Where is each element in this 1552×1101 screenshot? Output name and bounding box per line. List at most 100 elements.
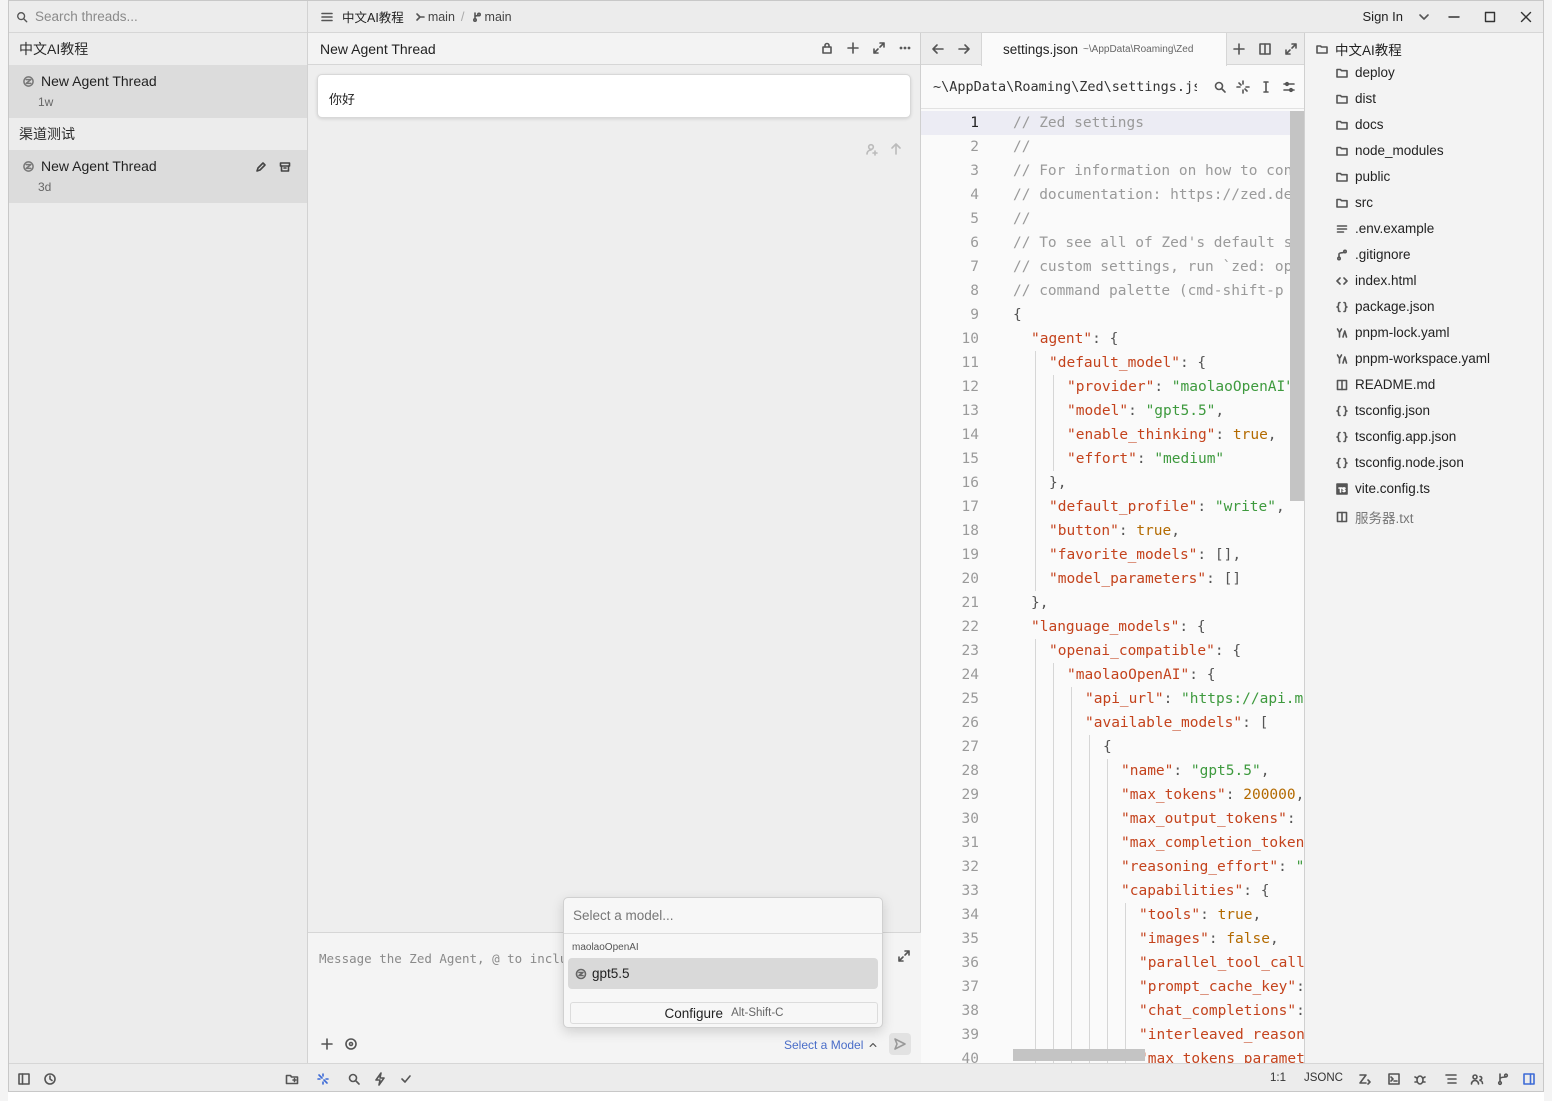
code-line[interactable]: 28 "name": "gpt5.5", bbox=[921, 759, 1304, 783]
maximize-pane-icon[interactable] bbox=[1282, 40, 1300, 58]
thread-search[interactable]: Search threads... bbox=[9, 1, 307, 33]
model-search-input[interactable]: Select a model... bbox=[564, 898, 882, 934]
code-line[interactable]: 27 { bbox=[921, 735, 1304, 759]
code-line[interactable]: 20 "model_parameters": [] bbox=[921, 567, 1304, 591]
project-item[interactable]: 服务器.txt bbox=[1335, 507, 1414, 527]
code-view[interactable]: 1 // Zed settings 2 // 3 // For information o… bbox=[921, 111, 1304, 1063]
pencil-icon[interactable] bbox=[253, 159, 269, 175]
project-item[interactable]: public bbox=[1335, 169, 1390, 184]
project-item[interactable]: .gitignore bbox=[1335, 247, 1411, 262]
search-input[interactable]: Search threads... bbox=[35, 9, 138, 24]
configure-button[interactable]: Configure Alt-Shift-C bbox=[570, 1002, 878, 1024]
branch-picker[interactable]: main bbox=[471, 10, 512, 24]
project-item[interactable]: .env.example bbox=[1335, 221, 1434, 236]
close-icon[interactable] bbox=[1516, 7, 1536, 27]
code-line[interactable]: 5 // bbox=[921, 207, 1304, 231]
code-line[interactable]: 23 "openai_compatible": { bbox=[921, 639, 1304, 663]
debug-icon[interactable] bbox=[1411, 1070, 1429, 1088]
tab-settings-json[interactable]: settings.json ~\AppData\Roaming\Zed bbox=[981, 33, 1227, 66]
expand-icon[interactable] bbox=[895, 947, 913, 965]
code-line[interactable]: 16}, bbox=[921, 471, 1304, 495]
vertical-scrollbar[interactable] bbox=[1290, 111, 1304, 501]
split-pane-icon[interactable] bbox=[1256, 40, 1274, 58]
code-line[interactable]: 33 "capabilities": { bbox=[921, 879, 1304, 903]
project-item[interactable]: pnpm-workspace.yaml bbox=[1335, 351, 1490, 366]
project-item[interactable]: dist bbox=[1335, 91, 1376, 106]
code-line[interactable]: 13 "model": "gpt5.5", bbox=[921, 399, 1304, 423]
collaboration-icon[interactable] bbox=[1468, 1070, 1486, 1088]
agent-icon[interactable] bbox=[314, 1070, 332, 1088]
project-item[interactable]: deploy bbox=[1335, 65, 1395, 80]
arrow-up-icon[interactable] bbox=[887, 140, 905, 158]
text-cursor-icon[interactable] bbox=[1257, 78, 1275, 96]
project-root[interactable]: 中文AI教程 bbox=[1315, 39, 1402, 59]
code-line[interactable]: 21}, bbox=[921, 591, 1304, 615]
thread-item[interactable]: New Agent Thread 1w bbox=[9, 65, 307, 118]
history-icon[interactable] bbox=[41, 1070, 59, 1088]
code-line[interactable]: 12 "provider": "maolaoOpenAI", bbox=[921, 375, 1304, 399]
code-line[interactable]: 17 "default_profile": "write", bbox=[921, 495, 1304, 519]
horizontal-scrollbar[interactable] bbox=[1013, 1049, 1145, 1061]
user-message[interactable]: 你好 bbox=[317, 74, 911, 118]
project-item[interactable]: docs bbox=[1335, 117, 1384, 132]
code-line[interactable]: 35 "images": false, bbox=[921, 927, 1304, 951]
code-line[interactable]: 30 "max_output_tokens": 32000, bbox=[921, 807, 1304, 831]
project-item[interactable]: README.md bbox=[1335, 377, 1435, 392]
code-line[interactable]: 11 "default_model": { bbox=[921, 351, 1304, 375]
project-item[interactable]: index.html bbox=[1335, 273, 1417, 288]
code-line[interactable]: 18 "button": true, bbox=[921, 519, 1304, 543]
chevron-down-icon[interactable] bbox=[1415, 8, 1433, 26]
code-line[interactable]: 26 "available_models": [ bbox=[921, 711, 1304, 735]
code-line[interactable]: 6 // To see all of Zed's default settings… bbox=[921, 231, 1304, 255]
project-item[interactable]: node_modules bbox=[1335, 143, 1444, 158]
search-icon[interactable] bbox=[345, 1070, 363, 1088]
cursor-position[interactable]: 1:1 bbox=[1270, 1072, 1286, 1084]
project-item[interactable]: tsconfig.node.json bbox=[1335, 455, 1464, 470]
minimize-icon[interactable] bbox=[1444, 7, 1464, 27]
project-item[interactable]: tsconfig.json bbox=[1335, 403, 1430, 418]
archive-icon[interactable] bbox=[277, 159, 293, 175]
sidebar-toggle-icon[interactable] bbox=[15, 1070, 33, 1088]
code-line[interactable]: 9{ bbox=[921, 303, 1304, 327]
project-panel-icon[interactable] bbox=[1520, 1070, 1538, 1088]
project-item[interactable]: src bbox=[1335, 195, 1373, 210]
outline-icon[interactable] bbox=[1442, 1070, 1460, 1088]
new-folder-icon[interactable] bbox=[283, 1070, 301, 1088]
code-line[interactable]: 36 "parallel_tool_calls": false, bbox=[921, 951, 1304, 975]
code-line[interactable]: 31 "max_completion_tokens": 200000, bbox=[921, 831, 1304, 855]
git-panel-icon[interactable] bbox=[1494, 1070, 1512, 1088]
thread-item[interactable]: New Agent Thread 3d bbox=[9, 150, 307, 203]
search-icon[interactable] bbox=[1211, 78, 1229, 96]
bolt-icon[interactable] bbox=[371, 1070, 389, 1088]
breadcrumb-path[interactable]: ~\AppData\Roaming\Zed\settings.json bbox=[933, 79, 1197, 95]
arrow-right-icon[interactable] bbox=[955, 40, 973, 58]
code-line[interactable]: 39 "interleaved_reasoning": false, bbox=[921, 1023, 1304, 1047]
worktree-picker[interactable]: main bbox=[414, 10, 455, 24]
code-line[interactable]: 37 "prompt_cache_key": false, bbox=[921, 975, 1304, 999]
code-line[interactable]: 3 // For information on how to configure … bbox=[921, 159, 1304, 183]
code-line[interactable]: 1 // Zed settings bbox=[921, 111, 1304, 135]
sign-in-button[interactable]: Sign In bbox=[1363, 9, 1403, 24]
code-line[interactable]: 4 // documentation: https://zed.dev/docs/… bbox=[921, 183, 1304, 207]
edit-prediction-icon[interactable] bbox=[1356, 1070, 1374, 1088]
code-line[interactable]: 34 "tools": true, bbox=[921, 903, 1304, 927]
code-line[interactable]: 7 // custom settings, run `zed: open defa… bbox=[921, 255, 1304, 279]
send-icon[interactable] bbox=[889, 1033, 911, 1055]
code-line[interactable]: 2 // bbox=[921, 135, 1304, 159]
editor-settings-icon[interactable] bbox=[1280, 78, 1298, 96]
add-context-icon[interactable] bbox=[318, 1035, 336, 1053]
inline-assist-icon[interactable] bbox=[1234, 78, 1252, 96]
code-line[interactable]: 19 "favorite_models": [], bbox=[921, 543, 1304, 567]
code-line[interactable]: 32 "reasoning_effort": "medium", bbox=[921, 855, 1304, 879]
code-line[interactable]: 22 "language_models": { bbox=[921, 615, 1304, 639]
more-options-icon[interactable] bbox=[896, 39, 914, 57]
lock-icon[interactable] bbox=[818, 39, 836, 57]
terminal-icon[interactable] bbox=[1385, 1070, 1403, 1088]
project-item[interactable]: tsconfig.app.json bbox=[1335, 429, 1456, 444]
code-line[interactable]: 14 "enable_thinking": true, bbox=[921, 423, 1304, 447]
model-option[interactable]: gpt5.5 bbox=[568, 958, 878, 989]
code-line[interactable]: 10 "agent": { bbox=[921, 327, 1304, 351]
project-item[interactable]: package.json bbox=[1335, 299, 1435, 314]
language-selector[interactable]: JSONC bbox=[1304, 1072, 1343, 1084]
plus-icon[interactable] bbox=[844, 39, 862, 57]
